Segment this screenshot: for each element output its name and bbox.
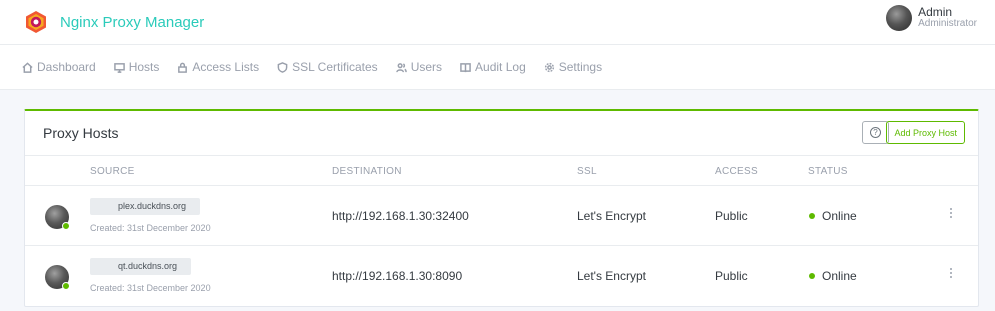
nav-item-label: Dashboard xyxy=(37,60,96,74)
add-proxy-host-button[interactable]: Add Proxy Host xyxy=(886,121,965,144)
column-header-status[interactable]: STATUS xyxy=(808,166,848,177)
brand[interactable]: Nginx Proxy Manager xyxy=(24,10,204,34)
gear-icon xyxy=(544,62,554,72)
row-menu-icon[interactable] xyxy=(950,208,954,218)
proxy-hosts-card: Proxy Hosts ? Add Proxy Host SOURCE DEST… xyxy=(24,109,979,307)
ssl-cell: Let's Encrypt xyxy=(577,269,646,283)
nav-item-ssl-certificates[interactable]: SSL Certificates xyxy=(277,60,378,74)
home-icon xyxy=(22,61,33,73)
online-indicator xyxy=(62,282,70,290)
status-dot xyxy=(809,213,815,219)
access-cell: Public xyxy=(715,209,748,223)
nav-item-label: Audit Log xyxy=(475,60,526,74)
access-cell: Public xyxy=(715,269,748,283)
nav-item-dashboard[interactable]: Dashboard xyxy=(22,60,96,74)
monitor-icon xyxy=(113,62,125,73)
nav-item-hosts[interactable]: Hosts xyxy=(113,60,160,74)
nav-item-label: SSL Certificates xyxy=(292,60,378,74)
nginx-logo-icon xyxy=(26,11,46,33)
nav-item-settings[interactable]: Settings xyxy=(544,60,602,74)
user-role: Administrator xyxy=(918,18,977,29)
domain-badge[interactable]: qt.duckdns.org xyxy=(90,258,192,275)
help-button[interactable]: ? xyxy=(862,121,889,144)
nav-item-audit-log[interactable]: Audit Log xyxy=(460,60,526,74)
status-cell: Online xyxy=(822,269,857,283)
created-date: Created: 31st December 2020 xyxy=(90,223,211,233)
card-header: Proxy Hosts ? Add Proxy Host xyxy=(25,111,978,156)
destination-cell: http://192.168.1.30:8090 xyxy=(332,269,463,283)
users-icon xyxy=(395,62,407,72)
help-icon: ? xyxy=(870,127,881,138)
ssl-cell: Let's Encrypt xyxy=(577,209,646,223)
user-menu[interactable]: Admin Administrator xyxy=(886,5,977,31)
nav-item-users[interactable]: Users xyxy=(395,60,443,74)
main-nav: Dashboard Hosts Access Lists SSL Certifi… xyxy=(0,45,995,90)
created-date: Created: 31st December 2020 xyxy=(90,283,211,293)
nav-item-label: Settings xyxy=(558,60,603,74)
lock-icon xyxy=(178,62,188,73)
domain-badge[interactable]: plex.duckdns.org xyxy=(90,198,201,215)
top-bar: Nginx Proxy Manager Admin Administrator xyxy=(0,0,995,45)
nav-item-label: Access Lists xyxy=(192,60,260,74)
table-row[interactable]: qt.duckdns.org Created: 31st December 20… xyxy=(25,246,978,306)
nav-item-label: Users xyxy=(410,60,443,74)
book-icon xyxy=(460,62,471,72)
status-cell: Online xyxy=(822,209,857,223)
column-header-access[interactable]: ACCESS xyxy=(715,166,758,177)
shield-icon xyxy=(277,61,288,73)
table-header: SOURCE DESTINATION SSL ACCESS STATUS xyxy=(25,156,978,186)
destination-cell: http://192.168.1.30:32400 xyxy=(332,209,469,223)
status-dot xyxy=(809,273,815,279)
row-menu-icon[interactable] xyxy=(950,268,954,278)
user-name: Admin xyxy=(918,5,953,19)
column-header-source[interactable]: SOURCE xyxy=(90,166,135,177)
online-indicator xyxy=(62,222,70,230)
app-title: Nginx Proxy Manager xyxy=(60,13,205,31)
card-title: Proxy Hosts xyxy=(43,125,119,141)
table-row[interactable]: plex.duckdns.org Created: 31st December … xyxy=(25,186,978,246)
column-header-destination[interactable]: DESTINATION xyxy=(332,166,402,177)
column-header-ssl[interactable]: SSL xyxy=(577,166,597,177)
user-avatar xyxy=(886,5,913,31)
nav-item-access-lists[interactable]: Access Lists xyxy=(177,60,259,74)
nav-item-label: Hosts xyxy=(128,60,160,74)
